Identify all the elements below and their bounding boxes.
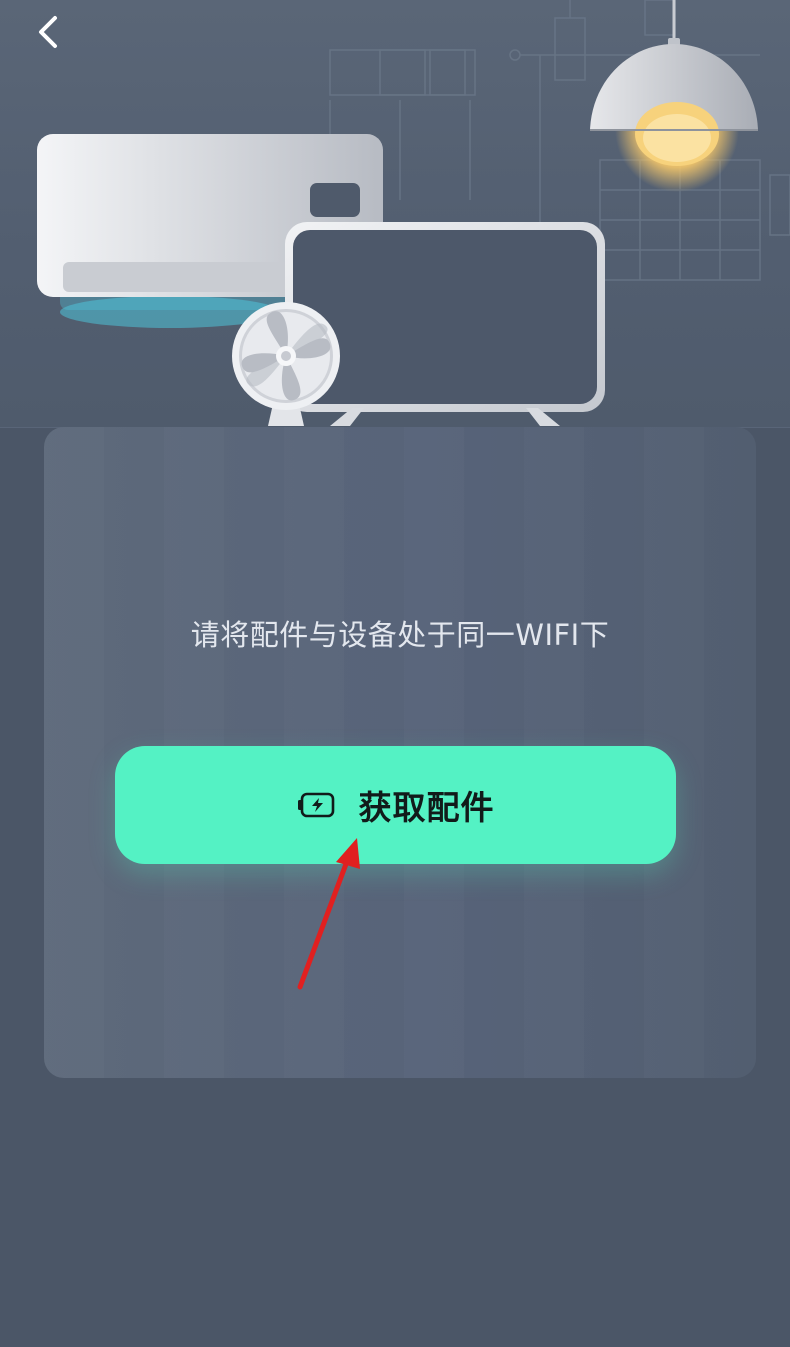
- instruction-card: 请将配件与设备处于同一WIFI下 获取配件: [44, 427, 756, 1078]
- tv-display: [285, 222, 605, 426]
- get-accessory-button[interactable]: 获取配件: [115, 746, 676, 864]
- battery-charging-icon: [297, 791, 337, 819]
- back-button[interactable]: [22, 6, 74, 58]
- device-scene-illustration: [37, 0, 790, 426]
- hero-illustration: [0, 0, 790, 428]
- wifi-instruction-text: 请将配件与设备处于同一WIFI下: [190, 618, 610, 652]
- get-accessory-label: 获取配件: [358, 788, 495, 827]
- pendant-lamp: [590, 0, 758, 192]
- chevron-left-icon: [39, 16, 57, 48]
